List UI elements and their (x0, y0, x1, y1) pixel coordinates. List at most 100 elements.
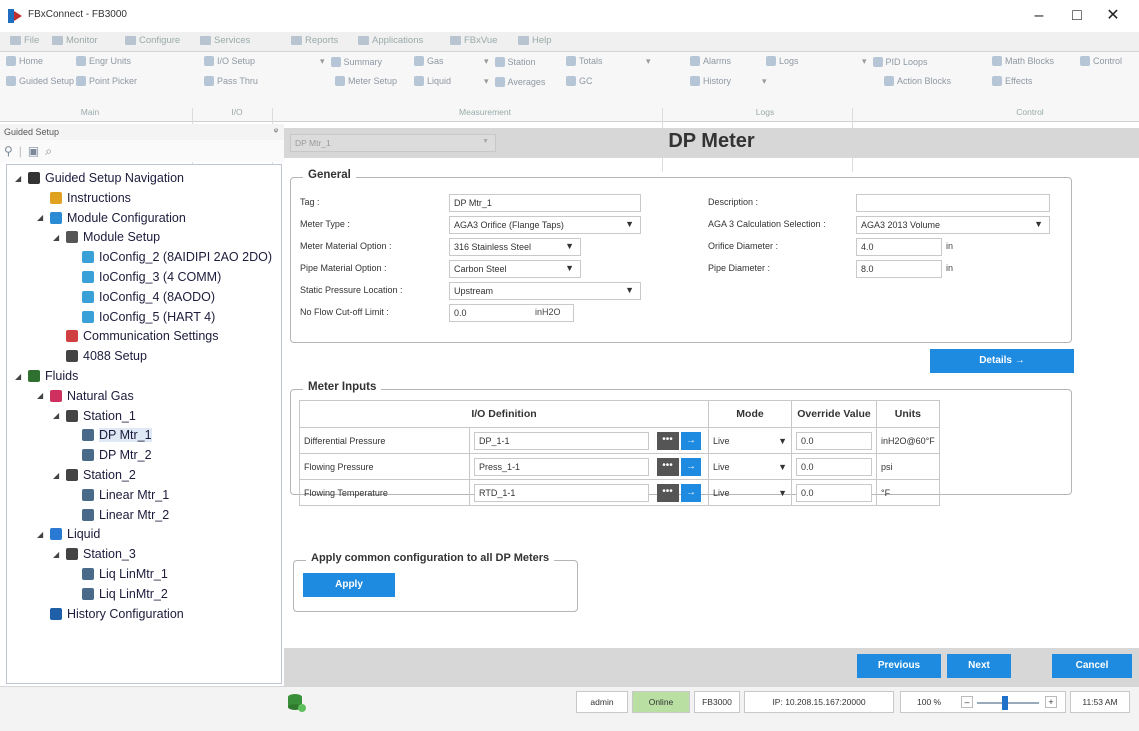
ribbon-totals[interactable]: Totals (566, 56, 603, 66)
ribbon-control[interactable]: Control (1080, 56, 1122, 66)
go-to-arrow-icon[interactable]: → (681, 457, 702, 476)
override-value-field[interactable]: 0.0 (796, 431, 872, 450)
menu-configure[interactable]: Configure (125, 35, 180, 46)
override-value-field[interactable]: 0.0 (796, 483, 872, 502)
ribbon-action-blocks[interactable]: Action Blocks (884, 76, 951, 86)
tree-node[interactable]: Liq LinMtr_2 (69, 587, 168, 601)
tree-node[interactable]: DP Mtr_1 (69, 428, 152, 443)
tree-node[interactable]: Instructions (37, 191, 131, 205)
ribbon-pid-loops[interactable]: ▾ PID Loops (862, 56, 928, 67)
ribbon-guided-setup[interactable]: Guided Setup (6, 76, 74, 86)
expand-toggle-icon[interactable]: ◢ (53, 550, 61, 559)
maximize-button[interactable]: □ (1060, 4, 1094, 28)
ribbon-averages[interactable]: ▾ Averages (484, 76, 545, 87)
tree-node[interactable]: IoConfig_3 (4 COMM) (69, 270, 221, 284)
expand-toggle-icon[interactable]: ◢ (37, 213, 45, 222)
previous-button[interactable]: Previous (857, 654, 941, 678)
expand-toggle-icon[interactable]: ◢ (37, 391, 45, 400)
tree-node[interactable]: ◢ Station_1 (53, 409, 136, 423)
menu-help[interactable]: Help (518, 35, 552, 46)
details-button[interactable]: Details → (930, 349, 1074, 373)
menu-file[interactable]: File (10, 35, 39, 46)
expand-toggle-icon[interactable]: ◢ (53, 233, 61, 242)
expand-toggle-icon[interactable]: ◢ (53, 471, 61, 480)
ribbon-meter-setup[interactable]: Meter Setup (335, 76, 397, 86)
tree-node[interactable]: ◢ Station_2 (53, 468, 136, 482)
ribbon-history[interactable]: History (690, 76, 731, 86)
io-definition-field[interactable]: RTD_1-1 (474, 483, 649, 502)
mode-select[interactable]: Live ▼ (708, 479, 792, 506)
aga3-select[interactable]: AGA3 2013 Volume ▼ (856, 216, 1050, 234)
search-icon[interactable]: ⚲ (4, 144, 13, 158)
static-pressure-select[interactable]: Upstream ▼ (449, 282, 641, 300)
ribbon-pass-thru[interactable]: Pass Thru (204, 76, 258, 86)
menu-applications[interactable]: Applications (358, 35, 423, 46)
expand-toggle-icon[interactable]: ◢ (37, 530, 45, 539)
tag-field[interactable]: DP Mtr_1 (449, 194, 641, 212)
minimize-button[interactable]: – (1022, 4, 1056, 28)
ribbon-point-picker[interactable]: Point Picker (76, 76, 137, 86)
tree-node[interactable]: Communication Settings (53, 329, 218, 343)
ribbon-home[interactable]: Home (6, 56, 43, 66)
ribbon-effects[interactable]: Effects (992, 76, 1032, 86)
ribbon-gc[interactable]: GC (566, 76, 593, 86)
description-field[interactable] (856, 194, 1050, 212)
meter-type-select[interactable]: AGA3 Orifice (Flange Taps) ▼ (449, 216, 641, 234)
next-button[interactable]: Next (947, 654, 1011, 678)
more-options-button[interactable]: ••• (656, 483, 679, 502)
tree-node[interactable]: Linear Mtr_2 (69, 508, 169, 522)
orifice-field[interactable]: 4.0 (856, 238, 942, 256)
apply-button[interactable]: Apply (303, 573, 395, 597)
pipe-material-select[interactable]: Carbon Steel ▼ (449, 260, 581, 278)
ribbon-engr-units[interactable]: Engr Units (76, 56, 131, 66)
expand-toggle-icon[interactable]: ◢ (53, 411, 61, 420)
go-to-arrow-icon[interactable]: → (681, 483, 702, 502)
tree-node[interactable]: ◢ Guided Setup Navigation (15, 171, 184, 185)
expand-toggle-icon[interactable]: ◢ (15, 174, 23, 183)
ribbon-gas[interactable]: Gas (414, 56, 444, 66)
search-tree-icon[interactable]: ⌕ (45, 144, 52, 159)
menu-monitor[interactable]: Monitor (52, 35, 98, 46)
mode-select[interactable]: Live ▼ (708, 427, 792, 454)
ribbon-station[interactable]: ▾ Station (484, 56, 536, 67)
tree-node[interactable]: ◢ Fluids (15, 369, 78, 383)
tree-node[interactable]: IoConfig_4 (8AODO) (69, 290, 215, 304)
tree-node[interactable]: History Configuration (37, 607, 184, 621)
menu-fbxvue[interactable]: FBxVue (450, 35, 497, 46)
ribbon-io-setup[interactable]: I/O Setup (204, 56, 255, 66)
go-to-arrow-icon[interactable]: → (681, 431, 702, 450)
zoom-slider-track[interactable] (977, 702, 1039, 704)
tree-node[interactable]: ◢ Module Configuration (37, 211, 186, 225)
io-definition-field[interactable]: Press_1-1 (474, 457, 649, 476)
menu-services[interactable]: Services (200, 35, 250, 46)
expand-toggle-icon[interactable]: ◢ (15, 372, 23, 381)
tree-node[interactable]: 4088 Setup (53, 349, 147, 363)
close-button[interactable]: ✕ (1096, 4, 1130, 28)
ribbon-summary[interactable]: ▾ Summary (320, 56, 382, 67)
zoom-slider-thumb[interactable] (1001, 696, 1008, 710)
filter-icon[interactable]: ▣ (28, 144, 39, 158)
zoom-in-button[interactable]: + (1045, 696, 1057, 708)
pipe-diameter-field[interactable]: 8.0 (856, 260, 942, 278)
mode-select[interactable]: Live ▼ (708, 453, 792, 480)
menu-reports[interactable]: Reports (291, 35, 338, 46)
ribbon-math-blocks[interactable]: Math Blocks (992, 56, 1054, 66)
pin-icon[interactable]: ᵠ (274, 126, 278, 136)
tree-node[interactable]: DP Mtr_2 (69, 448, 152, 462)
more-options-button[interactable]: ••• (656, 457, 679, 476)
tree-node[interactable]: IoConfig_2 (8AIDIPI 2AO 2DO) (69, 250, 272, 264)
io-definition-field[interactable]: DP_1-1 (474, 431, 649, 450)
tree-node[interactable]: Linear Mtr_1 (69, 488, 169, 502)
ribbon-liquid[interactable]: Liquid (414, 76, 451, 86)
ribbon-alarms[interactable]: Alarms (690, 56, 731, 66)
tree-node[interactable]: ◢ Station_3 (53, 547, 136, 561)
cancel-button[interactable]: Cancel (1052, 654, 1132, 678)
tree-node[interactable]: Liq LinMtr_1 (69, 567, 168, 581)
zoom-out-button[interactable]: – (961, 696, 973, 708)
more-options-button[interactable]: ••• (656, 431, 679, 450)
tree-node[interactable]: ◢ Module Setup (53, 230, 160, 244)
tree-node[interactable]: ◢ Natural Gas (37, 389, 134, 403)
tree-node[interactable]: IoConfig_5 (HART 4) (69, 310, 215, 324)
tree-node[interactable]: ◢ Liquid (37, 527, 100, 541)
override-value-field[interactable]: 0.0 (796, 457, 872, 476)
